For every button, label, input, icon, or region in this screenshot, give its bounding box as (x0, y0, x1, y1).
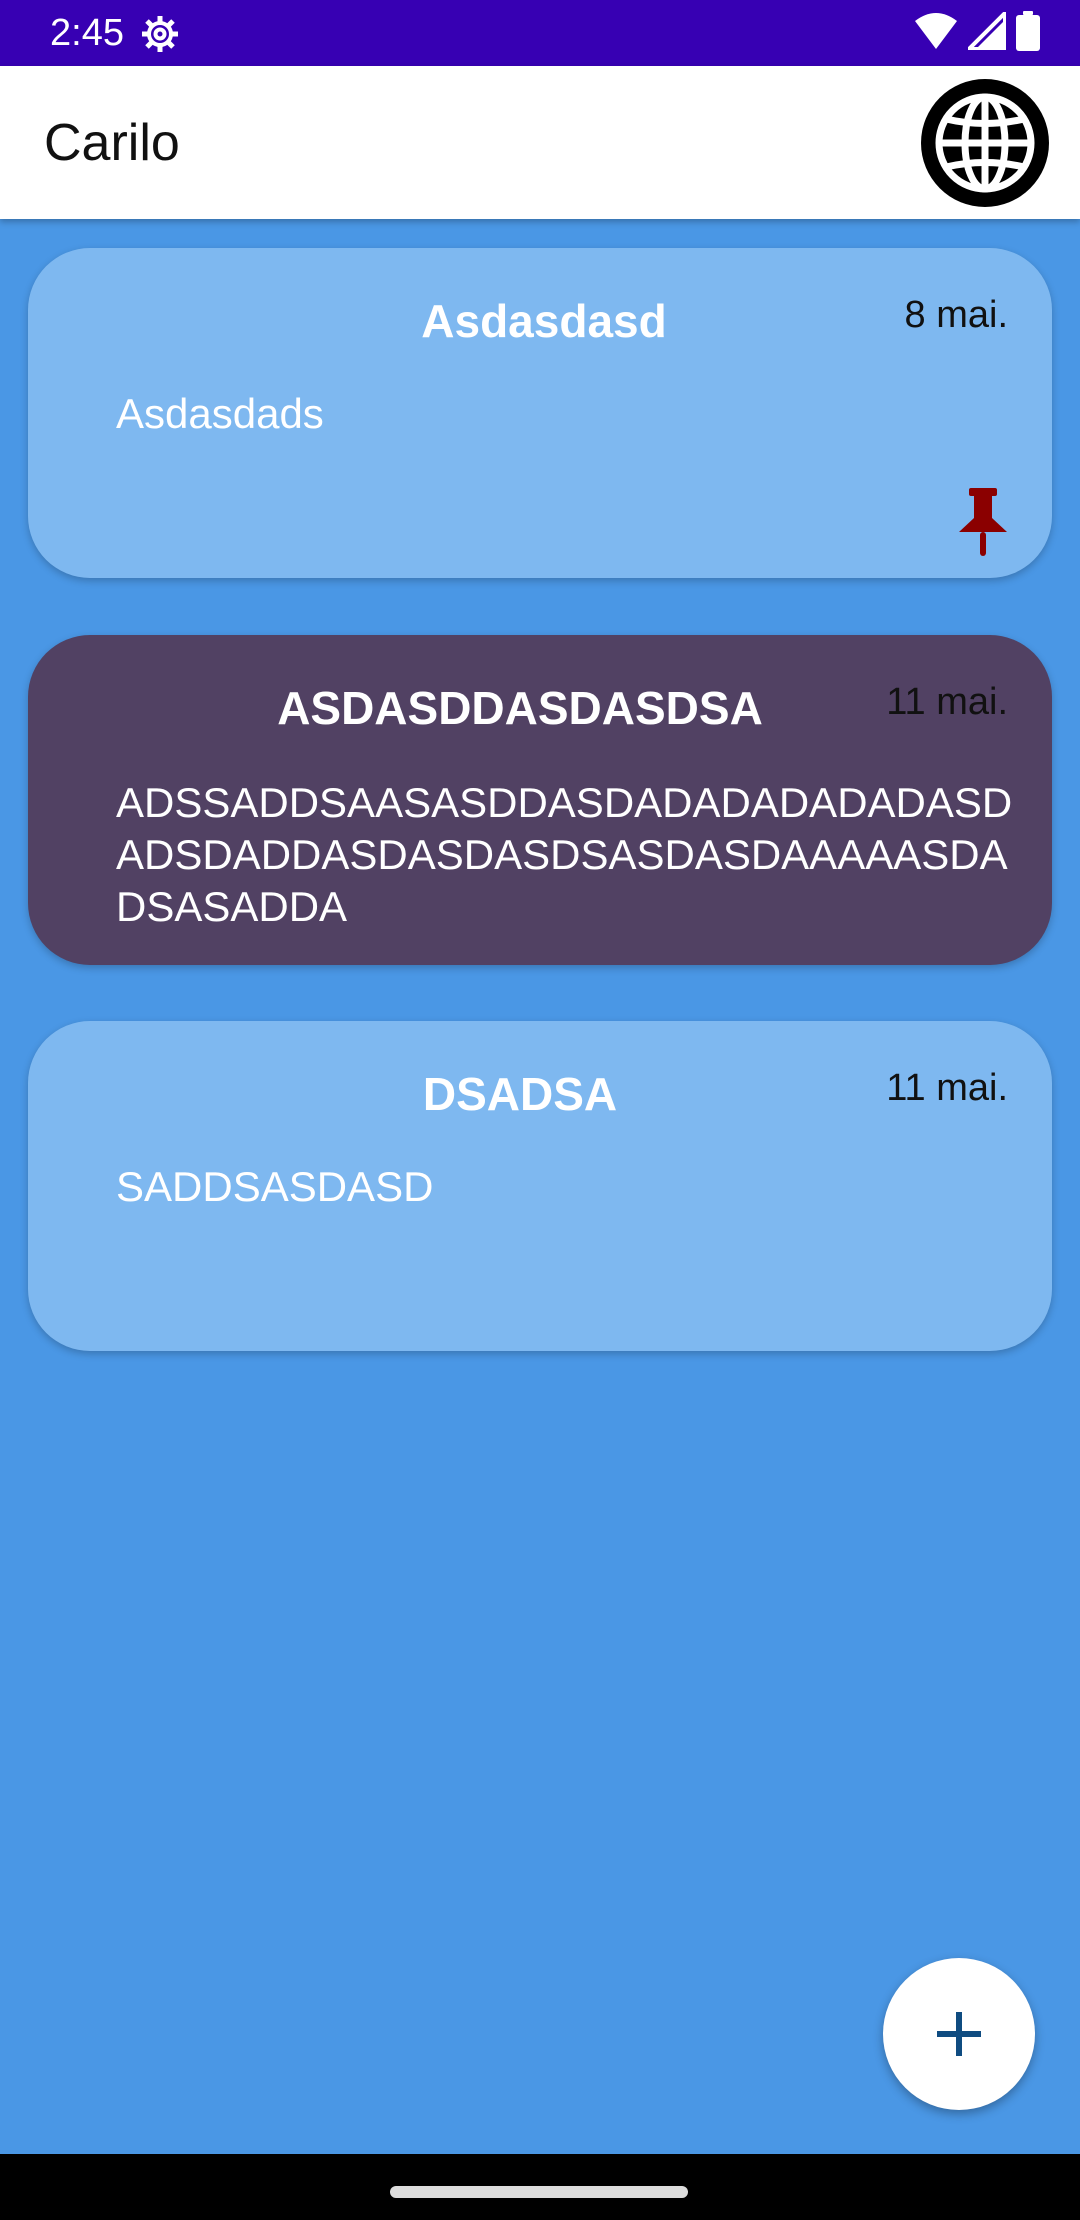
note-card[interactable]: DSADSA 11 mai. SADDSASDASD (28, 1021, 1052, 1351)
note-card[interactable]: ASDASDDASDASDSA 11 mai. ADSSADDSAASASDDA… (28, 635, 1052, 965)
pushpin-icon (959, 488, 1007, 556)
note-card[interactable]: Asdasdasd 8 mai. Asdasdads (28, 248, 1052, 578)
note-date: 8 mai. (904, 294, 1008, 336)
note-title: Asdasdasd (421, 295, 667, 347)
note-date: 11 mai. (886, 1067, 1008, 1109)
status-time: 2:45 (50, 12, 124, 54)
plus-icon (937, 2012, 981, 2056)
wifi-icon (914, 12, 958, 55)
status-icons (914, 7, 1040, 56)
note-date: 11 mai. (886, 681, 1008, 723)
globe-icon (921, 79, 1049, 207)
battery-icon (1016, 10, 1040, 56)
note-body: SADDSASDASD (116, 1163, 434, 1210)
settings-gear-icon (140, 14, 180, 54)
note-body: Asdasdads (116, 390, 324, 437)
home-indicator[interactable] (390, 2186, 688, 2198)
pin-icon[interactable] (953, 488, 1013, 558)
app-title: Carilo (44, 114, 180, 172)
app-bar: Carilo (0, 66, 1080, 219)
add-note-button[interactable] (883, 1958, 1035, 2110)
signal-icon (964, 7, 1007, 55)
status-bar: 2:45 (0, 0, 1080, 66)
note-body: ADSSADDSAASASDDASDADADADADADASDADSDADDAS… (116, 779, 1013, 930)
navigation-bar (0, 2154, 1080, 2220)
language-button[interactable] (920, 78, 1050, 208)
